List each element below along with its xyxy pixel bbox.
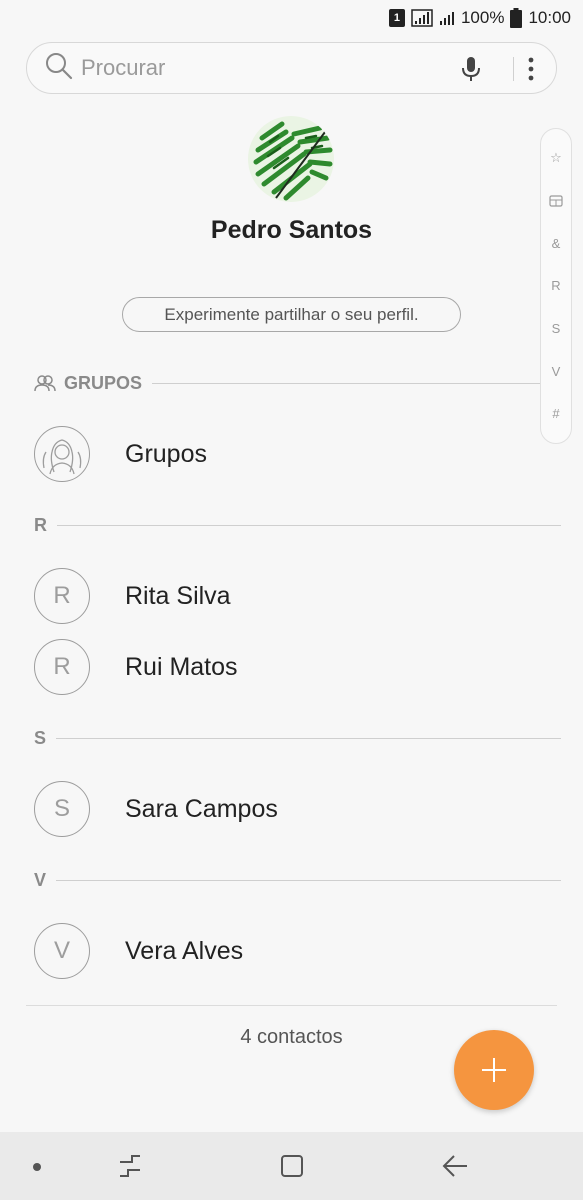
section-header-groups: GRUPOS: [34, 371, 540, 395]
section-letter: R: [34, 514, 47, 535]
list-item-groups[interactable]: Grupos: [0, 422, 540, 486]
battery-percent: 100%: [460, 8, 505, 27]
signal-icon: [411, 9, 433, 27]
contact-name: Sara Campos: [125, 794, 278, 823]
clock: 10:00: [528, 8, 571, 27]
index-s[interactable]: S: [552, 319, 561, 339]
contact-name: Rui Matos: [125, 652, 238, 681]
search-bar[interactable]: [26, 42, 557, 94]
signal-bars-icon: [439, 11, 455, 25]
back-icon[interactable]: [440, 1152, 470, 1180]
index-ampersand[interactable]: &: [552, 233, 561, 253]
contact-row[interactable]: S Sara Campos: [0, 777, 540, 841]
section-letter: V: [34, 869, 47, 890]
section-divider: [57, 524, 561, 526]
contact-avatar: R: [34, 568, 90, 624]
section-divider: [56, 879, 561, 881]
sim-badge: 1: [388, 9, 405, 27]
recent-apps-icon[interactable]: [116, 1152, 144, 1180]
group-avatar-icon: [34, 426, 90, 482]
battery-icon: [510, 8, 523, 28]
index-favorites[interactable]: ☆: [550, 148, 562, 168]
profile-name[interactable]: Pedro Santos: [0, 216, 583, 245]
section-divider: [152, 382, 540, 384]
contact-name: Rita Silva: [125, 581, 231, 610]
section-header-r: R: [34, 513, 561, 537]
index-groups-icon[interactable]: [549, 191, 563, 211]
mic-icon[interactable]: [459, 55, 483, 88]
more-vert-icon[interactable]: [523, 55, 539, 88]
contact-row[interactable]: R Rita Silva: [0, 564, 540, 628]
search-divider: [513, 57, 514, 81]
home-icon[interactable]: [278, 1152, 306, 1180]
plus-icon: [480, 1056, 508, 1084]
contact-name: Vera Alves: [125, 936, 244, 965]
contact-avatar: V: [34, 923, 90, 979]
search-input[interactable]: [81, 55, 441, 81]
section-letter: S: [34, 727, 47, 748]
index-r[interactable]: R: [551, 276, 560, 296]
search-icon: [45, 52, 73, 85]
profile-photo[interactable]: [248, 116, 334, 202]
index-hash[interactable]: #: [552, 404, 559, 424]
groups-icon: [34, 374, 56, 392]
index-scroller[interactable]: ☆ & R S V #: [540, 128, 572, 444]
contact-row[interactable]: V Vera Alves: [0, 919, 540, 983]
contact-row[interactable]: R Rui Matos: [0, 635, 540, 699]
share-profile-button[interactable]: Experimente partilhar o seu perfil.: [122, 297, 461, 332]
contact-name: Grupos: [125, 439, 207, 468]
section-title: GRUPOS: [64, 372, 143, 393]
section-header-s: S: [34, 726, 561, 750]
index-v[interactable]: V: [552, 361, 561, 381]
nav-dot-icon[interactable]: [32, 1162, 42, 1172]
navigation-bar: [0, 1132, 583, 1200]
section-header-v: V: [34, 868, 561, 892]
section-divider: [56, 737, 561, 739]
contact-avatar: R: [34, 639, 90, 695]
contact-avatar: S: [34, 781, 90, 837]
add-contact-button[interactable]: [454, 1030, 534, 1110]
status-bar: 1 100% 10:00: [0, 0, 583, 36]
list-footer-divider: [26, 1005, 557, 1006]
